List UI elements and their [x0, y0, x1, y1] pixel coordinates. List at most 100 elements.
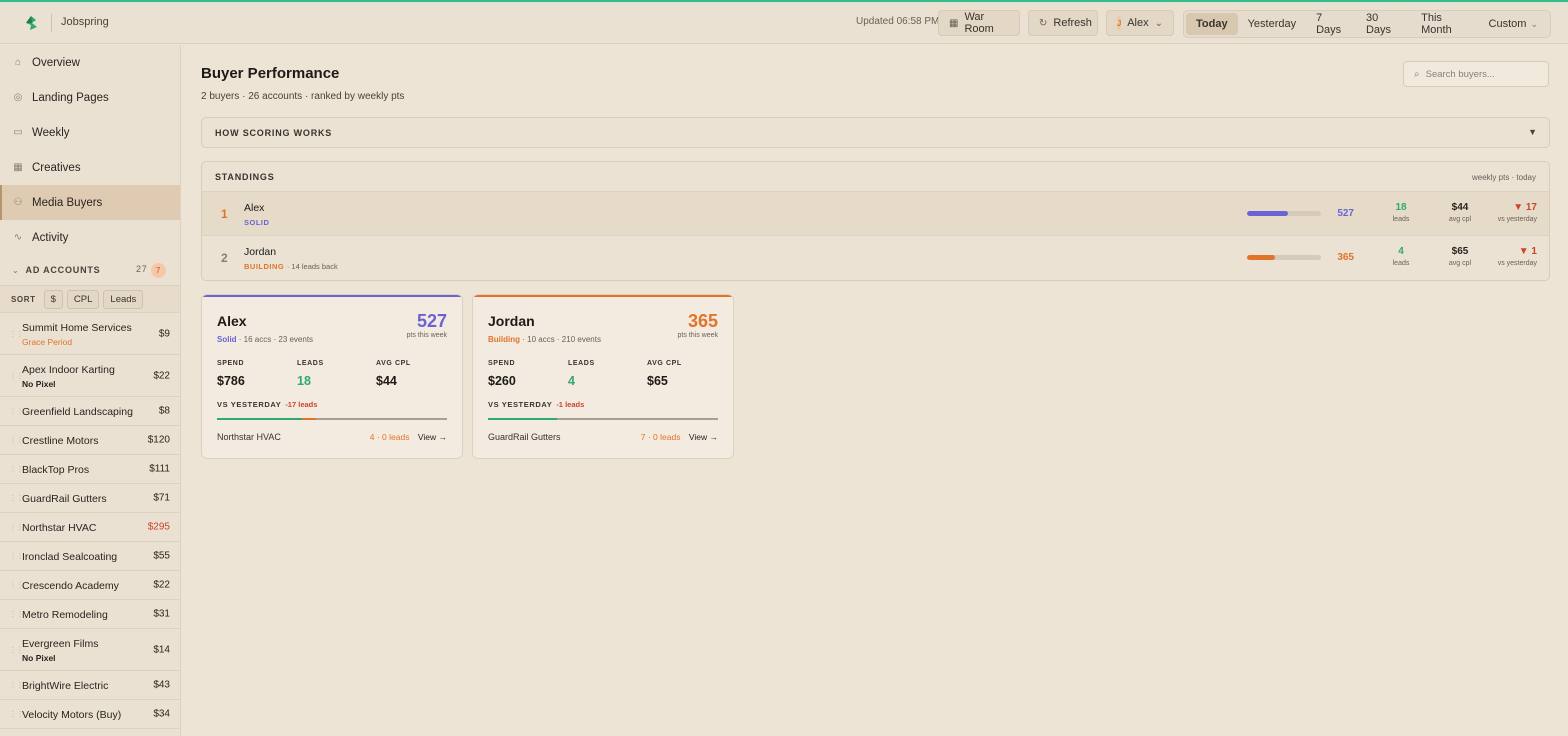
drag-handle-icon[interactable]: ⋮⋮	[9, 645, 24, 654]
standing-row[interactable]: 2 Jordan BUILDING · 14 leads back 365 4 …	[202, 236, 1549, 280]
vs-yesterday-delta: -17 leads	[285, 400, 318, 409]
account-item[interactable]: ⋮⋮ GuardRail Gutters $71	[0, 484, 180, 513]
sort-label: SORT	[11, 294, 36, 304]
metric-value: 4	[568, 374, 575, 388]
vs-label: vs yesterday	[1497, 260, 1537, 267]
user-name: Alex	[1127, 17, 1149, 29]
ad-accounts-header[interactable]: ⌄ AD ACCOUNTS 27 7	[0, 255, 180, 285]
home-icon: ⌂	[14, 57, 22, 68]
range-custom[interactable]: Custom ⌄	[1479, 13, 1548, 35]
account-item[interactable]: ⋮⋮ Northstar HVAC $295	[0, 513, 180, 542]
drag-handle-icon[interactable]: ⋮⋮	[9, 436, 24, 445]
drag-handle-icon[interactable]: ⋮⋮	[9, 610, 24, 619]
leads-label: leads	[1392, 216, 1410, 223]
buyer-card[interactable]: Alex Solid · 16 accs · 23 events 527 pts…	[201, 294, 463, 459]
sidebar-item-media-buyers[interactable]: ⚇ Media Buyers	[0, 185, 180, 220]
progress-fill	[1247, 211, 1288, 216]
logo-icon	[26, 16, 37, 30]
account-item[interactable]: ⋮⋮ Velocity Motors (Buy) $34	[0, 700, 180, 729]
drag-handle-icon[interactable]: ⋮⋮	[9, 494, 24, 503]
account-item[interactable]: ⋮⋮ BrightWire Electric $43	[0, 671, 180, 700]
standing-progress-bar	[1247, 211, 1321, 216]
globe-icon: ◎	[13, 92, 23, 103]
buyer-points-label: pts this week	[677, 332, 718, 339]
calendar-icon: ▭	[13, 127, 23, 138]
drag-handle-icon[interactable]: ⋮⋮	[9, 552, 24, 561]
sidebar-item-landing-pages[interactable]: ◎ Landing Pages	[0, 80, 180, 115]
search-input[interactable]	[1425, 68, 1536, 80]
users-icon: ⚇	[13, 197, 23, 208]
leads-metric: LEADS 18	[297, 360, 324, 388]
account-item[interactable]: ⋮⋮ Crescendo Academy $22	[0, 571, 180, 600]
drag-handle-icon[interactable]: ⋮⋮	[9, 523, 24, 532]
drag-handle-icon[interactable]: ⋮⋮	[9, 371, 24, 380]
account-item[interactable]: ⋮⋮ Metro Remodeling $31	[0, 600, 180, 629]
account-spend: $120	[147, 434, 170, 446]
standing-progress-bar	[1247, 255, 1321, 260]
cpl-metric: AVG CPL $44	[376, 360, 411, 388]
buyer-tier: Building	[488, 335, 520, 344]
vs-yesterday-label: VS YESTERDAY	[217, 400, 282, 409]
view-link[interactable]: View →	[418, 432, 447, 442]
account-item[interactable]: ⋮⋮ Evergreen Films No Pixel $14	[0, 629, 180, 671]
account-item[interactable]: ⋮⋮ Apex Indoor Karting No Pixel $22	[0, 355, 180, 397]
drag-handle-icon[interactable]: ⋮⋮	[9, 465, 24, 474]
how-scoring-works-toggle[interactable]: HOW SCORING WORKS ▼	[201, 117, 1550, 148]
standing-row[interactable]: 1 Alex SOLID 527 18 leads $44 avg cpl ▼ …	[202, 192, 1549, 236]
top-bar: Jobspring Updated 06:58 PM ▦ War Room ↻ …	[0, 2, 1568, 44]
ad-accounts-count: 27	[136, 264, 148, 274]
buyer-meta: Solid · 16 accs · 23 events	[217, 335, 313, 344]
today-segment	[217, 418, 303, 420]
range-this-month[interactable]: This Month	[1411, 12, 1478, 36]
range-yesterday[interactable]: Yesterday	[1238, 13, 1307, 35]
sort-cpl-button[interactable]: CPL	[66, 289, 100, 309]
cpl-value: $65	[1451, 246, 1469, 257]
user-menu-button[interactable]: J Alex ⌄	[1106, 10, 1174, 36]
spend-metric: SPEND $786	[217, 360, 245, 388]
drag-handle-icon[interactable]: ⋮⋮	[9, 407, 24, 416]
account-spend: $22	[153, 579, 170, 591]
standings-meta: weekly pts · today	[1471, 173, 1536, 182]
account-name: Summit Home Services	[22, 322, 132, 334]
account-spend: $31	[153, 608, 170, 620]
vs-label: vs yesterday	[1497, 216, 1537, 223]
drag-handle-icon[interactable]: ⋮⋮	[9, 681, 24, 690]
cpl-metric: AVG CPL $65	[647, 360, 682, 388]
buyer-card[interactable]: Jordan Building · 10 accs · 210 events 3…	[472, 294, 734, 459]
war-room-button[interactable]: ▦ War Room	[938, 10, 1020, 36]
progress-fill	[1247, 255, 1276, 260]
range-30-days[interactable]: 30 Days	[1356, 12, 1411, 36]
sort-leads-button[interactable]: Leads	[103, 289, 144, 309]
account-item[interactable]: ⋮⋮ Summit Home Services Grace Period $9	[0, 313, 180, 355]
view-link[interactable]: View →	[689, 432, 718, 442]
sort-spend-button[interactable]: $	[43, 289, 63, 309]
range-today[interactable]: Today	[1186, 13, 1238, 35]
standing-points: 527	[1337, 208, 1354, 219]
drag-handle-icon[interactable]: ⋮⋮	[9, 581, 24, 590]
account-item[interactable]: ⋮⋮ Greenfield Landscaping $8	[0, 397, 180, 426]
top-account-leads: 7 · 0 leads	[640, 432, 681, 442]
metric-value: $44	[376, 374, 397, 388]
standing-vs-yesterday: ▼ 17 vs yesterday	[1498, 202, 1537, 223]
page-title: Buyer Performance	[201, 65, 340, 82]
sidebar-item-label: Landing Pages	[32, 91, 109, 104]
account-item[interactable]: ⋮⋮ Ironclad Sealcoating $55	[0, 542, 180, 571]
comparison-track	[217, 418, 447, 420]
chevron-down-icon: ⌄	[1530, 18, 1538, 29]
avatar: J	[1117, 16, 1122, 30]
account-item[interactable]: ⋮⋮ BlackTop Pros $111	[0, 455, 180, 484]
range-7-days[interactable]: 7 Days	[1306, 12, 1356, 36]
refresh-button[interactable]: ↻ Refresh	[1028, 10, 1098, 36]
sidebar-item-weekly[interactable]: ▭ Weekly	[0, 115, 180, 150]
standings-title: STANDINGS	[215, 172, 275, 182]
sidebar-item-creatives[interactable]: ▦ Creatives	[0, 150, 180, 185]
range-custom-label: Custom	[1488, 18, 1527, 30]
account-item[interactable]: ⋮⋮ Crestline Motors $120	[0, 426, 180, 455]
buyer-name: Alex	[217, 313, 247, 329]
drag-handle-icon[interactable]: ⋮⋮	[9, 710, 24, 719]
sidebar-item-activity[interactable]: ∿ Activity	[0, 220, 180, 255]
leads-value: 18	[1395, 202, 1407, 213]
sidebar-item-overview[interactable]: ⌂ Overview	[0, 45, 180, 80]
drag-handle-icon[interactable]: ⋮⋮	[9, 329, 24, 338]
metric-value: $786	[217, 374, 245, 388]
